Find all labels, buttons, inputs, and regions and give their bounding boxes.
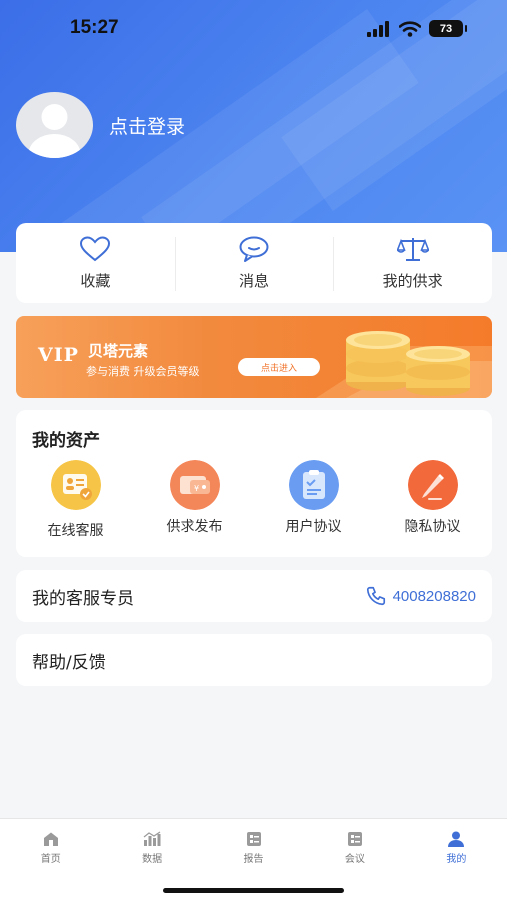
login-link[interactable]: 点击登录 [109, 112, 185, 139]
customer-service-icon [50, 460, 101, 510]
pen-icon [407, 460, 458, 510]
asset-label: 隐私协议 [404, 519, 461, 535]
report-icon [246, 832, 261, 846]
quick-actions-card: 收藏 消息 我的供求 [16, 223, 492, 303]
asset-supply-publish[interactable]: ¥ 供求发布 [135, 460, 254, 540]
asset-online-service[interactable]: 在线客服 [16, 460, 135, 540]
tab-label: 报告 [243, 854, 264, 865]
asset-label: 供求发布 [166, 519, 223, 535]
tab-mine[interactable]: 我的 [406, 819, 507, 871]
home-indicator [163, 888, 344, 893]
my-assets-card: 我的资产 在线客服 ¥ 供求发布 用户协议 隐私协议 [16, 410, 492, 557]
vip-title: 贝塔元素 [88, 342, 149, 360]
vip-tag: VIP [38, 344, 79, 366]
vip-banner[interactable]: VIP 贝塔元素 参与消费 升级会员等级 点击进入 [16, 316, 492, 398]
tab-label: 会议 [344, 854, 365, 865]
status-time: 15:27 [70, 17, 119, 38]
quick-action-messages[interactable]: 消息 [174, 223, 334, 303]
assets-grid: 在线客服 ¥ 供求发布 用户协议 隐私协议 [16, 460, 492, 540]
quick-action-label: 收藏 [80, 271, 111, 290]
svg-text:¥: ¥ [194, 484, 199, 493]
help-title: 帮助/反馈 [32, 652, 106, 673]
meeting-icon [347, 832, 362, 846]
asset-label: 在线客服 [47, 523, 104, 539]
asset-privacy-agreement[interactable]: 隐私协议 [373, 460, 492, 540]
quick-action-label: 我的供求 [382, 271, 443, 290]
tab-data[interactable]: 数据 [101, 819, 202, 871]
customer-service-agent-card[interactable]: 我的客服专员 4008208820 [16, 570, 492, 622]
avatar[interactable] [16, 92, 93, 158]
user-icon [448, 831, 465, 847]
tab-meeting[interactable]: 会议 [304, 819, 405, 871]
profile-section[interactable]: 点击登录 [16, 92, 185, 158]
heart-icon [80, 235, 111, 261]
asset-user-agreement[interactable]: 用户协议 [254, 460, 373, 540]
message-icon [239, 236, 269, 262]
scale-icon [396, 237, 429, 261]
tab-bar: 首页 数据 报告 会议 我的 [0, 818, 507, 900]
coins-icon [346, 331, 470, 396]
chart-icon [143, 831, 161, 846]
quick-action-my-supply[interactable]: 我的供求 [333, 223, 492, 303]
tab-label: 数据 [142, 854, 163, 865]
tab-report[interactable]: 报告 [203, 819, 304, 871]
signal-icon [367, 20, 389, 37]
clipboard-icon [288, 460, 339, 510]
battery-icon: 73 [429, 20, 467, 37]
home-icon [43, 832, 58, 846]
tab-label: 首页 [40, 854, 61, 865]
quick-action-favorites[interactable]: 收藏 [16, 223, 175, 303]
wallet-icon: ¥ [169, 460, 220, 510]
help-feedback-card[interactable]: 帮助/反馈 [16, 634, 492, 686]
service-title: 我的客服专员 [32, 588, 134, 609]
wifi-icon [399, 20, 421, 37]
vip-enter-button[interactable]: 点击进入 [238, 358, 320, 376]
tab-label: 我的 [446, 854, 467, 865]
quick-action-label: 消息 [239, 271, 270, 290]
service-phone-link[interactable]: 4008208820 [365, 585, 476, 607]
tab-home[interactable]: 首页 [0, 819, 101, 871]
vip-subtitle: 参与消费 升级会员等级 [86, 365, 200, 378]
phone-icon [366, 586, 385, 606]
assets-title: 我的资产 [32, 431, 100, 451]
asset-label: 用户协议 [285, 519, 342, 535]
service-phone-number: 4008208820 [392, 587, 476, 605]
status-icons: 73 [367, 20, 467, 37]
status-bar: 15:27 73 [0, 0, 507, 58]
